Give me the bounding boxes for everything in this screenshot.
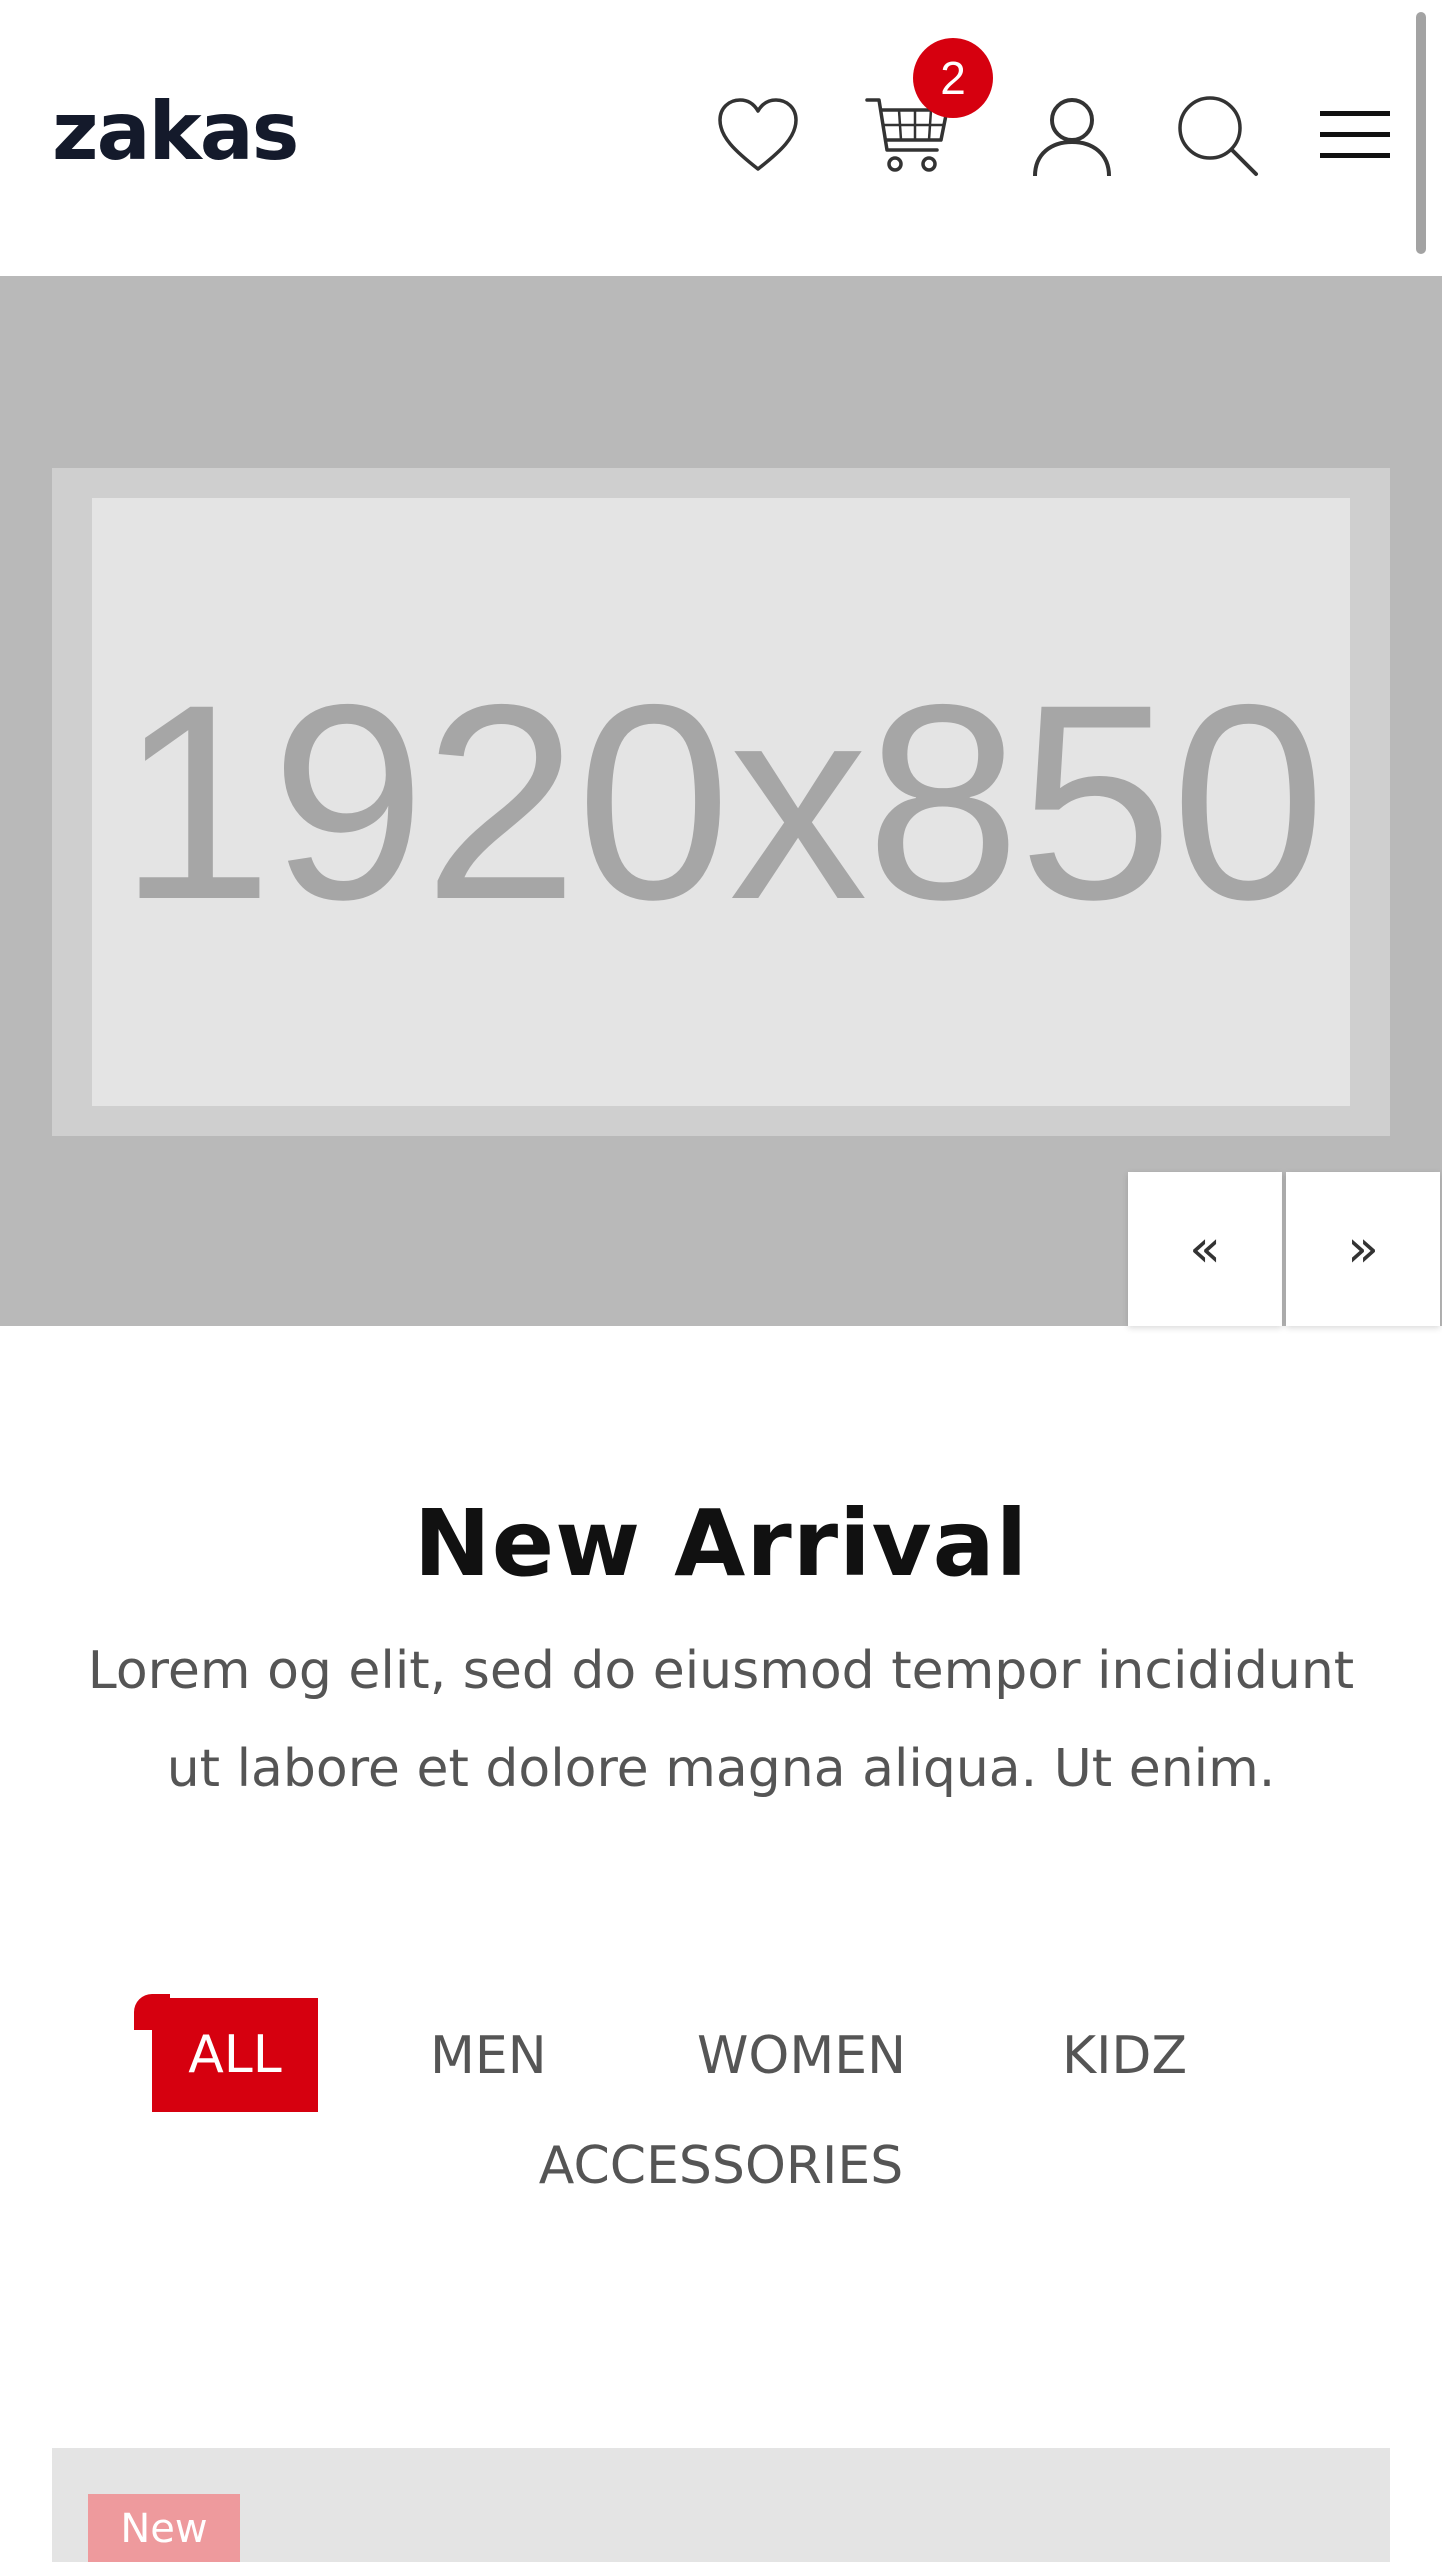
product-card[interactable]: New — [52, 2448, 1390, 2562]
tab-women[interactable]: WOMEN — [697, 2030, 906, 2082]
scrollbar[interactable] — [1416, 12, 1426, 254]
tab-kidz[interactable]: KIDZ — [1062, 2030, 1187, 2082]
tab-all[interactable]: ALL — [134, 1994, 318, 2112]
search-button[interactable] — [1172, 90, 1262, 180]
wishlist-button[interactable] — [713, 90, 803, 180]
search-icon — [1178, 96, 1258, 176]
heart-icon — [718, 98, 798, 171]
section-description: Lorem og elit, sed do eiusmod tempor inc… — [87, 1641, 1355, 1799]
slider-next-button[interactable]: » — [1286, 1172, 1440, 1326]
hero-image-inner: 1920x850 — [92, 498, 1350, 1106]
tab-accessories[interactable]: ACCESSORIES — [0, 2140, 1442, 2192]
menu-icon — [1320, 111, 1390, 158]
cart-count-badge: 2 — [913, 38, 993, 118]
site-header: zakas 2 — [0, 0, 1442, 276]
tab-men[interactable]: MEN — [430, 2030, 547, 2082]
user-icon — [1033, 98, 1111, 177]
hero-slider: 1920x850 « » — [0, 276, 1442, 1326]
menu-button[interactable] — [1310, 90, 1400, 180]
section-title: New Arrival — [413, 1490, 1029, 1597]
account-button[interactable] — [1027, 90, 1117, 180]
placeholder-dimensions-text: 1920x850 — [118, 646, 1325, 957]
hero-image-placeholder: 1920x850 — [52, 468, 1390, 1136]
slider-prev-button[interactable]: « — [1128, 1172, 1282, 1326]
new-badge: New — [88, 2494, 240, 2562]
logo[interactable]: zakas — [52, 92, 299, 172]
